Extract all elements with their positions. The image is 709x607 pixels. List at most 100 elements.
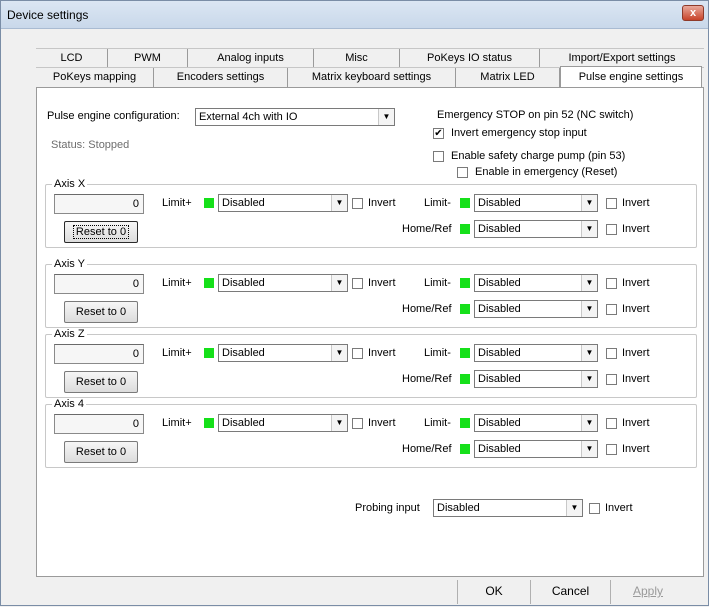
tab-analog-inputs[interactable]: Analog inputs [188, 49, 314, 68]
limit-minus-invert-checkbox[interactable] [606, 348, 617, 359]
limit-plus-label: Limit+ [162, 197, 192, 209]
limit-minus-label: Limit- [424, 417, 451, 429]
reset-to-zero-button[interactable]: Reset to 0 [64, 221, 138, 243]
tab-pwm[interactable]: PWM [108, 49, 188, 68]
tab-row-2: PoKeys mapping Encoders settings Matrix … [36, 66, 704, 88]
axis-group: Axis Y 0 Limit+ Disabled ▼ Invert Limit- Disabl… [45, 258, 697, 328]
apply-button[interactable]: Apply [611, 580, 685, 604]
title-bar[interactable]: Device settings x [1, 1, 708, 29]
home-ref-invert-checkbox[interactable] [606, 304, 617, 315]
tab-matrix-led[interactable]: Matrix LED [456, 68, 560, 87]
limit-plus-select[interactable]: Disabled ▼ [218, 274, 348, 292]
chevron-down-icon: ▼ [581, 371, 597, 387]
axis-title: Axis Z [52, 328, 87, 340]
limit-minus-select[interactable]: Disabled ▼ [474, 414, 598, 432]
chevron-down-icon: ▼ [581, 195, 597, 211]
charge-pump-checkbox[interactable] [433, 151, 444, 162]
limit-plus-select[interactable]: Disabled ▼ [218, 414, 348, 432]
axis-position-value: 0 [54, 194, 144, 214]
limit-plus-led [204, 278, 214, 288]
limit-plus-invert-checkbox[interactable] [352, 278, 363, 289]
limit-minus-invert-checkbox[interactable] [606, 418, 617, 429]
axis-position-value: 0 [54, 274, 144, 294]
close-button[interactable]: x [682, 5, 704, 21]
reset-to-zero-button[interactable]: Reset to 0 [64, 301, 138, 323]
limit-plus-select[interactable]: Disabled ▼ [218, 194, 348, 212]
chevron-down-icon: ▼ [331, 275, 347, 291]
probing-label: Probing input [355, 502, 420, 514]
limit-minus-label: Limit- [424, 347, 451, 359]
home-ref-select[interactable]: Disabled ▼ [474, 220, 598, 238]
limit-plus-led [204, 418, 214, 428]
ok-button[interactable]: OK [457, 580, 531, 604]
probing-select[interactable]: Disabled ▼ [433, 499, 583, 517]
home-ref-invert-label: Invert [622, 443, 650, 455]
chevron-down-icon: ▼ [581, 275, 597, 291]
device-settings-window: Device settings x LCD PWM Analog inputs … [0, 0, 709, 606]
window-title: Device settings [7, 8, 89, 22]
chevron-down-icon: ▼ [331, 415, 347, 431]
limit-minus-label: Limit- [424, 277, 451, 289]
tab-encoders-settings[interactable]: Encoders settings [154, 68, 288, 87]
tab-pokeys-mapping[interactable]: PoKeys mapping [36, 68, 154, 87]
limit-plus-invert-label: Invert [368, 417, 396, 429]
limit-plus-invert-label: Invert [368, 197, 396, 209]
home-ref-invert-checkbox[interactable] [606, 374, 617, 385]
limit-plus-label: Limit+ [162, 277, 192, 289]
limit-minus-invert-checkbox[interactable] [606, 198, 617, 209]
limit-minus-invert-label: Invert [622, 347, 650, 359]
home-ref-select[interactable]: Disabled ▼ [474, 440, 598, 458]
limit-minus-select[interactable]: Disabled ▼ [474, 194, 598, 212]
enable-emergency-checkbox[interactable] [457, 167, 468, 178]
dialog-buttons: OK Cancel Apply [1, 577, 708, 607]
tab-misc[interactable]: Misc [314, 49, 400, 68]
reset-to-zero-button[interactable]: Reset to 0 [64, 441, 138, 463]
tab-lcd[interactable]: LCD [36, 49, 108, 68]
pulse-engine-panel: Pulse engine configuration: External 4ch… [36, 87, 704, 577]
chevron-down-icon: ▼ [331, 345, 347, 361]
chevron-down-icon: ▼ [581, 345, 597, 361]
home-ref-label: Home/Ref [402, 223, 452, 235]
axis-position-value: 0 [54, 344, 144, 364]
limit-minus-led [460, 418, 470, 428]
chevron-down-icon: ▼ [581, 301, 597, 317]
home-ref-led [460, 444, 470, 454]
home-ref-invert-label: Invert [622, 373, 650, 385]
enable-emergency-label: Enable in emergency (Reset) [475, 166, 618, 178]
chevron-down-icon: ▼ [566, 500, 582, 516]
axis-title: Axis 4 [52, 398, 86, 410]
charge-pump-label: Enable safety charge pump (pin 53) [451, 150, 626, 162]
reset-to-zero-button[interactable]: Reset to 0 [64, 371, 138, 393]
tab-pokeys-io-status[interactable]: PoKeys IO status [400, 49, 540, 68]
home-ref-select[interactable]: Disabled ▼ [474, 370, 598, 388]
tab-pulse-engine-settings[interactable]: Pulse engine settings [560, 66, 702, 88]
chevron-down-icon: ▼ [378, 109, 394, 125]
home-ref-invert-label: Invert [622, 223, 650, 235]
limit-plus-led [204, 348, 214, 358]
cancel-button[interactable]: Cancel [531, 580, 611, 604]
axis-group: Axis 4 0 Limit+ Disabled ▼ Invert Limit- Disabl… [45, 398, 697, 468]
home-ref-invert-checkbox[interactable] [606, 444, 617, 455]
limit-plus-invert-checkbox[interactable] [352, 198, 363, 209]
tab-matrix-keyboard-settings[interactable]: Matrix keyboard settings [288, 68, 456, 87]
limit-minus-led [460, 198, 470, 208]
home-ref-led [460, 304, 470, 314]
config-select[interactable]: External 4ch with IO ▼ [195, 108, 395, 126]
limit-minus-select[interactable]: Disabled ▼ [474, 344, 598, 362]
home-ref-invert-checkbox[interactable] [606, 224, 617, 235]
limit-minus-select[interactable]: Disabled ▼ [474, 274, 598, 292]
home-ref-select[interactable]: Disabled ▼ [474, 300, 598, 318]
chevron-down-icon: ▼ [581, 415, 597, 431]
limit-minus-invert-label: Invert [622, 277, 650, 289]
limit-plus-invert-checkbox[interactable] [352, 418, 363, 429]
chevron-down-icon: ▼ [581, 441, 597, 457]
axis-position-value: 0 [54, 414, 144, 434]
limit-minus-led [460, 348, 470, 358]
limit-plus-select[interactable]: Disabled ▼ [218, 344, 348, 362]
home-ref-led [460, 224, 470, 234]
limit-minus-invert-checkbox[interactable] [606, 278, 617, 289]
probing-invert-checkbox[interactable] [589, 503, 600, 514]
estop-invert-checkbox[interactable]: ✔ [433, 128, 444, 139]
limit-plus-invert-checkbox[interactable] [352, 348, 363, 359]
status-text: Status: Stopped [51, 139, 130, 151]
